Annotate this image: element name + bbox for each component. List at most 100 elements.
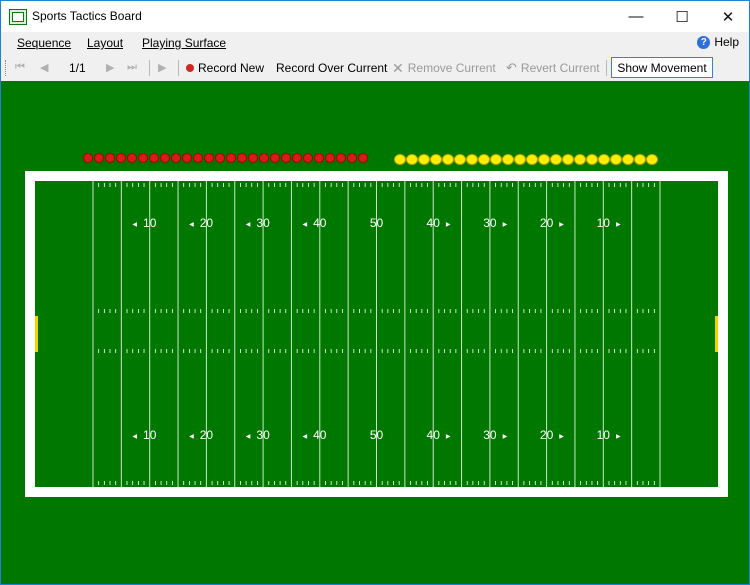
menu-bar: Sequence Layout Playing Surface ? Help xyxy=(1,32,749,54)
arrow-left-icon: ◀ xyxy=(132,434,137,440)
help-label: Help xyxy=(714,35,739,49)
yellow-player-piece[interactable] xyxy=(394,154,406,165)
toolbar-separator xyxy=(178,60,179,76)
red-player-piece[interactable] xyxy=(127,153,137,163)
yellow-player-piece[interactable] xyxy=(418,154,430,165)
red-player-piece[interactable] xyxy=(138,153,148,163)
yellow-player-piece[interactable] xyxy=(538,154,550,165)
close-button[interactable]: ✕ xyxy=(705,1,749,32)
yard-number: 10 xyxy=(597,216,611,230)
red-player-piece[interactable] xyxy=(83,153,93,163)
show-movement-button[interactable]: Show Movement xyxy=(611,57,713,78)
yard-number: 20 xyxy=(200,428,214,442)
revert-current-button[interactable]: ↶ Revert Current xyxy=(506,60,600,76)
red-player-piece[interactable] xyxy=(193,153,203,163)
red-player-piece[interactable] xyxy=(105,153,115,163)
help-icon: ? xyxy=(697,35,711,49)
arrow-left-icon: ◀ xyxy=(132,222,137,228)
yellow-player-piece[interactable] xyxy=(622,154,634,165)
red-player-piece[interactable] xyxy=(281,153,291,163)
field-markings: 10 ◀ 10 ◀ 20 ◀ 20 ◀ 30 ◀ 30 ◀ 40 ◀ 40 ◀ 50 50 40 ▶ 40 ▶ 30 ▶ 30 ▶… xyxy=(35,181,718,487)
red-player-piece[interactable] xyxy=(226,153,236,163)
yellow-player-piece[interactable] xyxy=(502,154,514,165)
yard-number: 20 xyxy=(540,428,554,442)
arrow-left-icon: ◀ xyxy=(246,434,251,440)
record-new-button[interactable]: Record New xyxy=(186,60,264,76)
red-player-piece[interactable] xyxy=(270,153,280,163)
red-player-piece[interactable] xyxy=(358,153,368,163)
arrow-right-icon: ▶ xyxy=(503,434,508,440)
red-player-piece[interactable] xyxy=(347,153,357,163)
red-player-piece[interactable] xyxy=(325,153,335,163)
first-frame-icon[interactable]: ⏮ xyxy=(15,61,25,74)
maximize-icon: ☐ xyxy=(675,8,689,26)
red-player-piece[interactable] xyxy=(116,153,126,163)
yellow-player-piece[interactable] xyxy=(550,154,562,165)
yellow-player-piece[interactable] xyxy=(490,154,502,165)
red-player-piece[interactable] xyxy=(160,153,170,163)
yard-number: 30 xyxy=(483,428,497,442)
yellow-player-piece[interactable] xyxy=(646,154,658,165)
last-frame-icon[interactable]: ⏭ xyxy=(127,61,137,74)
window-title: Sports Tactics Board xyxy=(32,9,142,23)
yard-number: 40 xyxy=(313,428,327,442)
red-player-piece[interactable] xyxy=(94,153,104,163)
minimize-button[interactable]: — xyxy=(613,1,659,32)
football-field[interactable]: 10 ◀ 10 ◀ 20 ◀ 20 ◀ 30 ◀ 30 ◀ 40 ◀ 40 ◀ 50 50 40 ▶ 40 ▶ 30 ▶ 30 ▶… xyxy=(35,181,718,487)
title-bar[interactable]: Sports Tactics Board — ☐ ✕ xyxy=(1,1,749,32)
yellow-player-piece[interactable] xyxy=(514,154,526,165)
red-player-piece[interactable] xyxy=(204,153,214,163)
field-border: 10 ◀ 10 ◀ 20 ◀ 20 ◀ 30 ◀ 30 ◀ 40 ◀ 40 ◀ 50 50 40 ▶ 40 ▶ 30 ▶ 30 ▶… xyxy=(25,171,728,497)
yellow-player-piece[interactable] xyxy=(598,154,610,165)
play-icon[interactable]: ▶ xyxy=(158,61,166,74)
red-player-piece[interactable] xyxy=(182,153,192,163)
red-team-pieces[interactable] xyxy=(83,153,368,163)
arrow-right-icon: ▶ xyxy=(446,222,451,228)
red-player-piece[interactable] xyxy=(292,153,302,163)
red-player-piece[interactable] xyxy=(237,153,247,163)
red-player-piece[interactable] xyxy=(303,153,313,163)
next-frame-icon[interactable]: ▶ xyxy=(106,61,114,74)
red-player-piece[interactable] xyxy=(171,153,181,163)
yard-number: 30 xyxy=(256,428,270,442)
remove-icon: ✕ xyxy=(392,60,404,76)
yellow-player-piece[interactable] xyxy=(574,154,586,165)
red-player-piece[interactable] xyxy=(259,153,269,163)
red-player-piece[interactable] xyxy=(149,153,159,163)
red-player-piece[interactable] xyxy=(215,153,225,163)
menu-layout[interactable]: Layout xyxy=(87,36,123,50)
yellow-player-piece[interactable] xyxy=(526,154,538,165)
yard-number: 20 xyxy=(540,216,554,230)
app-window: Sports Tactics Board — ☐ ✕ Sequence Layo… xyxy=(0,0,750,585)
red-player-piece[interactable] xyxy=(248,153,258,163)
yellow-team-pieces[interactable] xyxy=(394,154,658,165)
yellow-player-piece[interactable] xyxy=(478,154,490,165)
yellow-player-piece[interactable] xyxy=(442,154,454,165)
revert-icon: ↶ xyxy=(506,60,517,75)
tactics-canvas[interactable]: 10 ◀ 10 ◀ 20 ◀ 20 ◀ 30 ◀ 30 ◀ 40 ◀ 40 ◀ 50 50 40 ▶ 40 ▶ 30 ▶ 30 ▶… xyxy=(1,81,749,584)
yellow-player-piece[interactable] xyxy=(634,154,646,165)
red-player-piece[interactable] xyxy=(336,153,346,163)
yellow-player-piece[interactable] xyxy=(610,154,622,165)
yard-number: 30 xyxy=(483,216,497,230)
yard-number: 40 xyxy=(427,216,441,230)
red-player-piece[interactable] xyxy=(314,153,324,163)
maximize-button[interactable]: ☐ xyxy=(659,1,705,32)
menu-playing-surface[interactable]: Playing Surface xyxy=(142,36,226,50)
record-over-current-button[interactable]: Record Over Current xyxy=(276,60,387,76)
yellow-player-piece[interactable] xyxy=(430,154,442,165)
menu-sequence[interactable]: Sequence xyxy=(17,36,71,50)
yellow-player-piece[interactable] xyxy=(466,154,478,165)
yard-number: 30 xyxy=(256,216,270,230)
yellow-player-piece[interactable] xyxy=(406,154,418,165)
arrow-right-icon: ▶ xyxy=(446,434,451,440)
remove-current-button[interactable]: ✕ Remove Current xyxy=(392,60,496,76)
toolbar-grip[interactable] xyxy=(5,60,9,76)
toolbar-separator xyxy=(606,60,607,76)
yellow-player-piece[interactable] xyxy=(562,154,574,165)
yellow-player-piece[interactable] xyxy=(586,154,598,165)
yellow-player-piece[interactable] xyxy=(454,154,466,165)
arrow-right-icon: ▶ xyxy=(559,222,564,228)
help-menu[interactable]: ? Help xyxy=(697,35,739,49)
previous-frame-icon[interactable]: ◀ xyxy=(40,61,48,74)
